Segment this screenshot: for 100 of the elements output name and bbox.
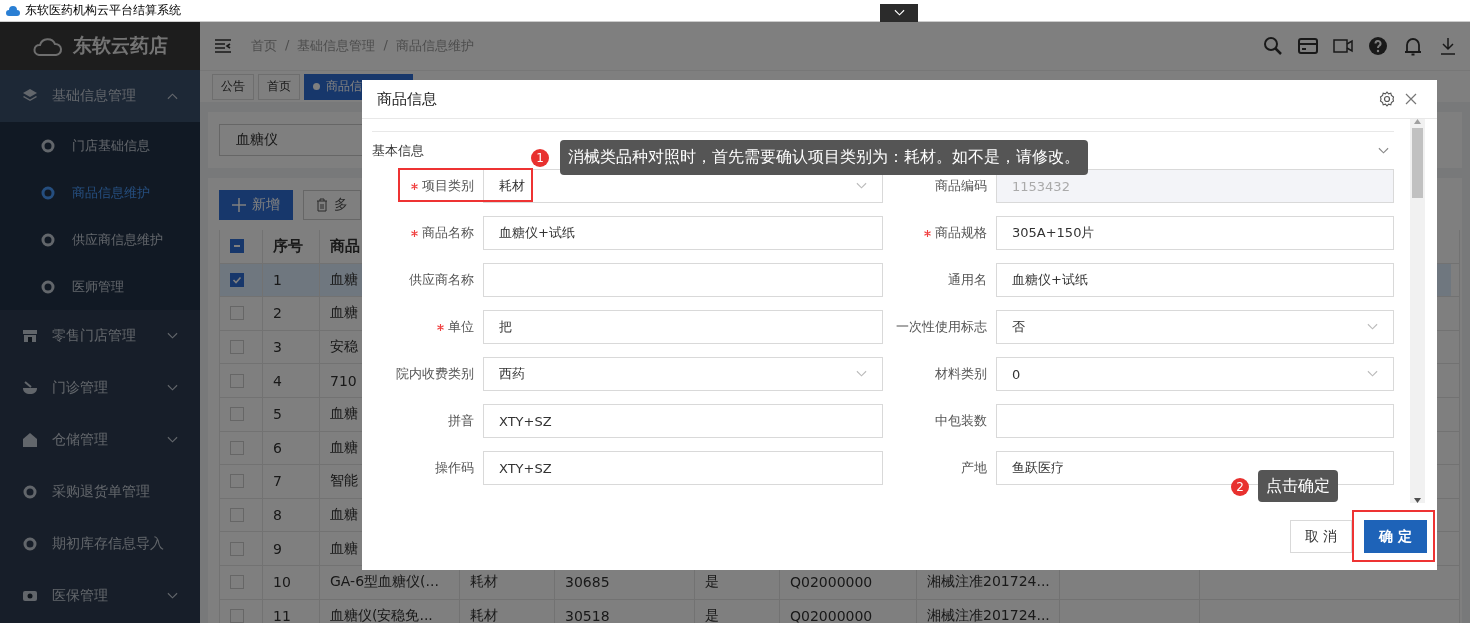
input-field[interactable]: 305A+150片 — [996, 216, 1394, 250]
field-label: 单位 — [448, 318, 474, 336]
chevron-icon — [167, 384, 178, 392]
input-field[interactable]: XTY+SZ — [483, 451, 883, 485]
page-tab[interactable]: 首页 — [258, 73, 300, 100]
menu-group[interactable]: 基础信息管理 — [0, 70, 200, 122]
plus-icon — [232, 198, 246, 212]
step-badge: 2 — [1231, 478, 1249, 496]
ring-icon — [40, 184, 56, 201]
table-cell: 血糖 — [330, 539, 358, 558]
field-label: 操作码 — [435, 459, 474, 477]
input-field[interactable]: 血糖仪+试纸 — [996, 263, 1394, 297]
dropdown-icon — [856, 370, 867, 378]
table-cell: 湘械注准201724... — [927, 606, 1050, 623]
table-cell: 耗材 — [470, 573, 498, 592]
select-field[interactable]: 0 — [996, 357, 1394, 391]
menu-item[interactable]: 医师管理 — [0, 263, 200, 310]
menu-icon[interactable] — [215, 39, 231, 53]
collapse-icon — [1378, 146, 1389, 155]
table-cell: 血糖 — [330, 304, 358, 323]
table-cell: 3 — [273, 339, 282, 356]
section-title: 基本信息 — [372, 141, 424, 160]
field-label: 供应商名称 — [409, 271, 474, 289]
column-header: 商品 — [330, 236, 360, 256]
window-title: 东软医药机构云平台结算系统 — [25, 2, 181, 19]
field-label: 中包装数 — [935, 412, 987, 430]
chevron-down-icon — [893, 9, 905, 17]
input-field[interactable]: 血糖仪+试纸 — [483, 216, 883, 250]
dropdown-icon — [856, 182, 867, 190]
menu-group[interactable]: 采购退货单管理 — [0, 466, 200, 518]
field-label: 一次性使用标志 — [896, 318, 987, 336]
scroll-up-icon[interactable] — [1414, 119, 1421, 124]
card-icon[interactable] — [1298, 36, 1318, 56]
chevron-icon — [167, 592, 178, 600]
menu-item[interactable]: 门店基础信息 — [0, 122, 200, 169]
help-icon[interactable] — [1368, 36, 1388, 56]
dropdown-icon — [1367, 323, 1378, 331]
download-icon[interactable] — [1438, 36, 1458, 56]
table-cell: 2 — [273, 305, 282, 322]
table-cell: 是 — [705, 573, 719, 592]
settings-icon[interactable] — [1379, 91, 1395, 107]
chevron-icon — [167, 436, 178, 444]
field-label: 项目类别 — [422, 177, 474, 195]
menu-item[interactable]: 供应商信息维护 — [0, 216, 200, 263]
field-label: 商品规格 — [935, 224, 987, 242]
bell-icon[interactable] — [1403, 36, 1423, 56]
table-cell: 8 — [273, 507, 282, 524]
table-cell: Q02000000 — [790, 574, 873, 591]
table-cell: 30685 — [565, 574, 610, 591]
breadcrumb-item[interactable]: / — [285, 37, 290, 55]
dropdown-icon — [1367, 370, 1378, 378]
table-cell: 30518 — [565, 607, 610, 623]
menu-item[interactable]: 商品信息维护 — [0, 169, 200, 216]
table-cell: 血糖 — [330, 506, 358, 525]
input-field[interactable] — [996, 404, 1394, 438]
collapse-tab[interactable] — [880, 4, 918, 22]
delete-button[interactable]: 多 — [303, 190, 361, 220]
input-field[interactable] — [483, 263, 883, 297]
page-tab[interactable]: 公告 — [212, 73, 254, 100]
trash-icon — [316, 198, 328, 212]
table-cell: 11 — [273, 607, 291, 623]
table-cell: 5 — [273, 406, 282, 423]
input-field[interactable]: XTY+SZ — [483, 404, 883, 438]
scroll-down-icon[interactable] — [1414, 498, 1421, 503]
table-cell: Q02000000 — [790, 607, 873, 623]
mortar-icon — [22, 380, 38, 396]
menu-group[interactable]: 期初库存信息导入 — [0, 518, 200, 570]
video-icon[interactable] — [1333, 36, 1353, 56]
layers-icon — [22, 88, 38, 104]
cancel-button[interactable]: 取 消 — [1289, 520, 1353, 553]
ring-icon — [40, 278, 56, 295]
scrollbar-thumb[interactable] — [1412, 128, 1423, 198]
table-cell: 9 — [273, 540, 282, 557]
menu-group[interactable]: 零售门店管理 — [0, 310, 200, 362]
confirm-button[interactable]: 确 定 — [1364, 520, 1427, 553]
table-cell: 血糖 — [330, 405, 358, 424]
select-field[interactable]: 西药 — [483, 357, 883, 391]
input-field[interactable]: 把 — [483, 310, 883, 344]
select-all-checkbox[interactable] — [230, 239, 244, 254]
breadcrumb-item[interactable]: / — [383, 37, 388, 55]
table-cell: 湘械注准201724... — [927, 573, 1050, 592]
table-cell: 耗材 — [470, 606, 498, 623]
search-icon[interactable] — [1263, 36, 1283, 56]
menu-group[interactable]: 医保管理 — [0, 570, 200, 622]
chevron-icon — [167, 332, 178, 340]
table-cell: 7 — [273, 473, 282, 490]
table-cell: 6 — [273, 439, 282, 456]
chevron-icon — [167, 92, 178, 100]
table-cell: 是 — [705, 606, 719, 623]
ring-icon — [40, 231, 56, 248]
menu-group[interactable]: 仓储管理 — [0, 414, 200, 466]
row-checkbox[interactable] — [230, 272, 244, 287]
field-label: 院内收费类别 — [396, 365, 474, 383]
add-button[interactable]: 新增 — [219, 190, 293, 220]
menu-group[interactable]: 门诊管理 — [0, 362, 200, 414]
scrollbar[interactable] — [1410, 119, 1425, 503]
callout-tooltip: 点击确定 — [1258, 470, 1338, 502]
app-logo: 东软云药店 — [72, 33, 168, 58]
select-field[interactable]: 否 — [996, 310, 1394, 344]
close-icon[interactable] — [1405, 93, 1417, 105]
